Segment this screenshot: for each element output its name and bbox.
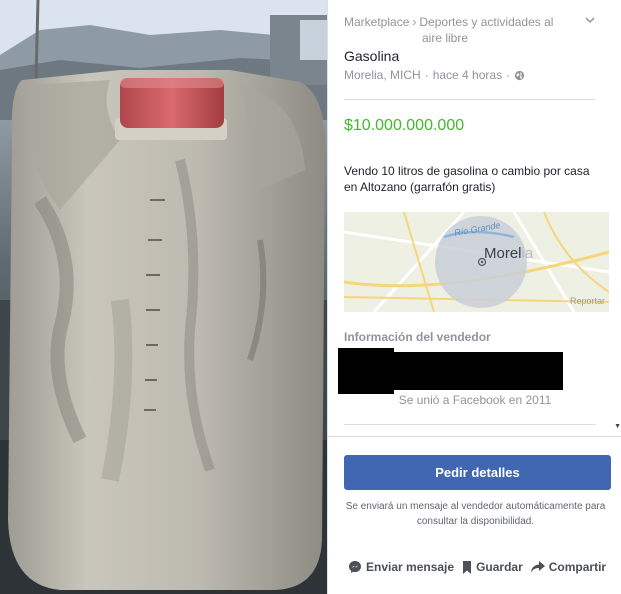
- save-button[interactable]: Guardar: [462, 560, 523, 574]
- action-footer: Pedir detalles Se enviará un mensaje al …: [328, 436, 621, 594]
- listing-meta: Morelia, MICH · hace 4 horas ·: [344, 68, 525, 82]
- details-scroll-area[interactable]: Marketplace › Deportes y actividades al ai…: [328, 0, 621, 436]
- listing-description: Vendo 10 litros de gasolina o cambio por…: [344, 164, 590, 194]
- request-details-note: Se enviará un mensaje al vendedor automá…: [345, 501, 606, 527]
- map-city-label: Morelia: [484, 245, 533, 262]
- seller-info-heading: Información del vendedor: [344, 330, 491, 344]
- location-map[interactable]: Río Grande Morelia Reportar: [344, 212, 609, 312]
- map-city-label-main: Morel: [484, 245, 522, 262]
- messenger-icon: [348, 560, 362, 574]
- scrollbar-down-arrow[interactable]: ▼: [614, 423, 621, 430]
- listing-posted-time[interactable]: hace 4 horas: [433, 68, 502, 82]
- listing-location[interactable]: Morelia, MICH: [344, 68, 421, 82]
- breadcrumb-separator: ›: [412, 15, 417, 29]
- seller-joined-text: Se unió a Facebook en 2011: [398, 393, 552, 407]
- share-arrow-icon: [530, 561, 545, 573]
- request-details-button[interactable]: Pedir detalles: [344, 455, 611, 490]
- save-label: Guardar: [476, 560, 523, 574]
- bookmark-icon: [462, 560, 472, 574]
- globe-icon: [514, 70, 525, 81]
- meta-dot: ·: [506, 68, 511, 82]
- share-label: Compartir: [548, 560, 607, 574]
- breadcrumb-marketplace-link[interactable]: Marketplace: [344, 15, 409, 29]
- meta-dot: ·: [424, 68, 429, 82]
- redacted-seller-name: [394, 352, 563, 390]
- listing-details-panel: Marketplace › Deportes y actividades al ai…: [327, 0, 621, 594]
- chevron-down-icon[interactable]: [584, 14, 598, 28]
- map-report-link[interactable]: Reportar: [570, 296, 605, 306]
- listing-photo[interactable]: [0, 0, 327, 594]
- redacted-avatar: [338, 348, 394, 394]
- send-message-button[interactable]: Enviar mensaje: [348, 560, 454, 574]
- share-button[interactable]: Compartir: [530, 560, 607, 574]
- divider: [344, 99, 596, 100]
- divider: [344, 424, 596, 425]
- jerrycan-photo-illustration: [0, 0, 327, 594]
- breadcrumb-category-link[interactable]: Deportes y actividades al aire libre: [419, 15, 553, 45]
- breadcrumb: Marketplace › Deportes y actividades al ai…: [344, 14, 574, 46]
- map-city-label-tail: ia: [521, 245, 534, 262]
- listing-title: Gasolina: [344, 48, 400, 64]
- send-message-label: Enviar mensaje: [366, 560, 455, 574]
- listing-price: $10.000.000.000: [344, 117, 465, 134]
- listing-actions: Enviar mensaje Guardar Compartir: [348, 560, 606, 574]
